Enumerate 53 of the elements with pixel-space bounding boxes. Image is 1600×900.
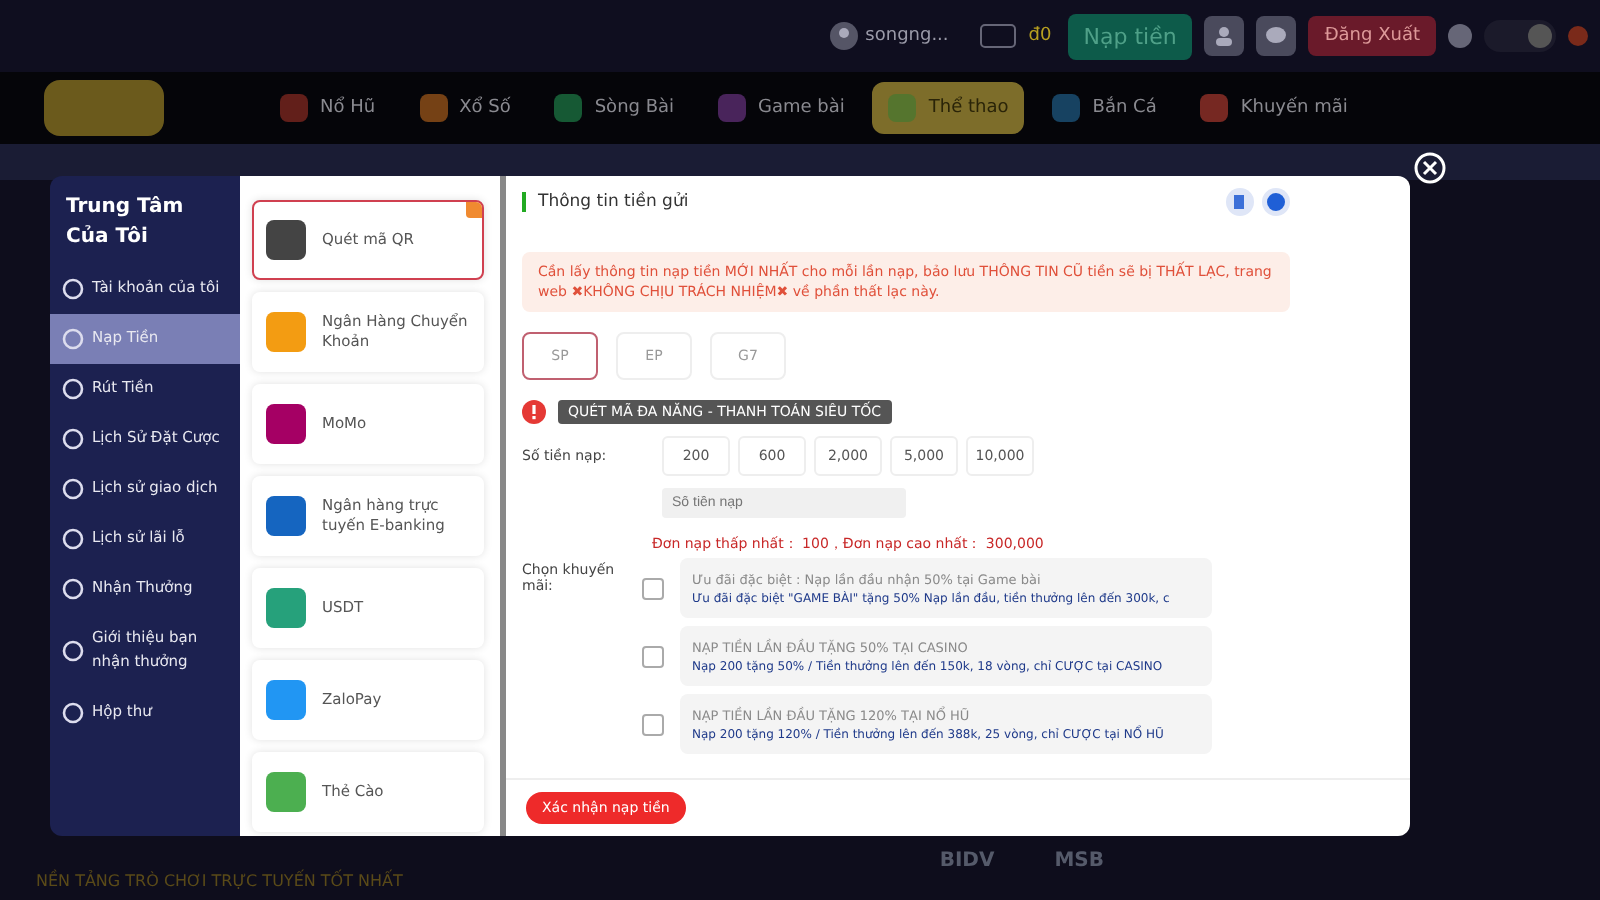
category-icon xyxy=(419,94,448,122)
panel-title: Thông tin tiền gửi xyxy=(522,192,689,212)
nav-item[interactable]: Sòng Bài xyxy=(538,82,691,134)
payment-logo-icon xyxy=(266,404,306,444)
nav-item[interactable]: Khuyến mãi xyxy=(1184,82,1364,134)
category-icon xyxy=(280,94,308,122)
category-icon xyxy=(1052,94,1081,122)
payment-logo-icon xyxy=(266,496,306,536)
nav-item[interactable]: Xổ Số xyxy=(403,82,527,134)
hot-badge-icon xyxy=(466,202,482,218)
checkbox[interactable] xyxy=(642,713,664,735)
menu-item-icon xyxy=(62,327,84,349)
alert-icon xyxy=(522,400,546,424)
chat-button[interactable] xyxy=(1256,16,1297,56)
menu-item-icon xyxy=(62,577,84,599)
payment-logo-icon xyxy=(266,680,306,720)
checkbox[interactable] xyxy=(642,645,664,667)
category-icon xyxy=(1200,94,1229,122)
nav-item[interactable]: Nổ Hũ xyxy=(264,82,392,134)
menu-item-icon xyxy=(62,377,84,399)
bank-logo: BIDV xyxy=(939,849,995,871)
balance: đ0 xyxy=(1028,26,1052,46)
logo-drawing[interactable] xyxy=(44,80,164,136)
checkbox[interactable] xyxy=(642,577,664,599)
payment-logo-icon xyxy=(266,588,306,628)
category-icon xyxy=(718,94,747,122)
chat-bubble-icon xyxy=(1266,26,1287,46)
menu-item-icon xyxy=(62,427,84,449)
menu-item-icon xyxy=(62,527,84,549)
menu-item-icon xyxy=(62,277,84,299)
bank-logo: MSB xyxy=(1054,849,1104,871)
nav-item[interactable]: Game bài xyxy=(702,82,861,134)
category-icon xyxy=(888,94,917,122)
wallet-icon xyxy=(980,24,1017,48)
menu-item-icon xyxy=(62,639,84,661)
close-icon[interactable] xyxy=(1414,152,1446,184)
menu-item-icon xyxy=(62,701,84,723)
footer-tagline: NỀN TẢNG TRÒ CHƠI TRỰC TUYẾN TỐT NHẤT xyxy=(36,871,403,889)
payment-logo-icon xyxy=(266,220,306,260)
menu-item-icon xyxy=(62,477,84,499)
info-icon[interactable] xyxy=(1262,188,1290,216)
category-icon xyxy=(554,94,583,122)
user-icon xyxy=(829,22,858,50)
nav-item[interactable]: Bắn Cá xyxy=(1036,82,1173,134)
payment-logo-icon xyxy=(266,312,306,352)
username[interactable]: songng... xyxy=(865,26,949,46)
payment-logo-icon xyxy=(266,772,306,812)
profile-button[interactable] xyxy=(1204,16,1245,56)
person-icon xyxy=(1214,26,1235,46)
document-icon[interactable] xyxy=(1226,188,1254,216)
logout-button[interactable]: Đăng Xuất xyxy=(1308,16,1436,56)
toggle-switch[interactable] xyxy=(1484,20,1556,52)
sidebar-title: Trung Tâm Của Tôi xyxy=(64,194,186,252)
